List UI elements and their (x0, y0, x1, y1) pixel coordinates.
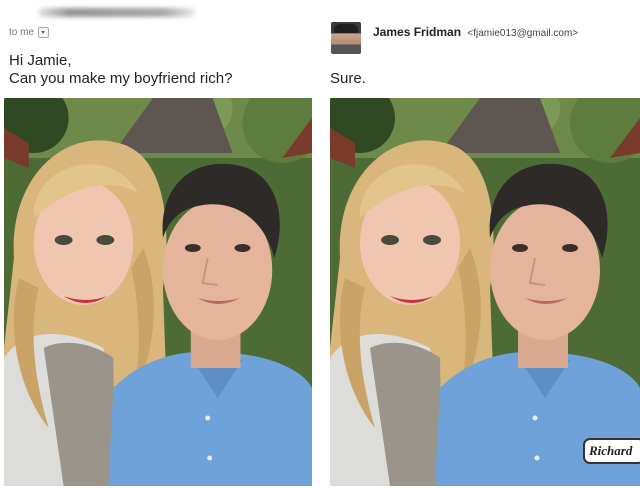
reply-message: Sure. (330, 70, 366, 87)
couple-photo-original (4, 98, 312, 486)
couple-photo-edited (330, 98, 640, 486)
redacted-sender (38, 8, 196, 17)
email-header: to me Hi Jamie, Can you make my boyfrien… (0, 0, 320, 98)
name-tag-badge: Richard (583, 438, 640, 464)
sender-line: James Fridman <fjamie013@gmail.com> (373, 25, 578, 39)
sender-avatar[interactable] (331, 22, 361, 54)
request-email-panel: to me Hi Jamie, Can you make my boyfrien… (0, 0, 320, 488)
original-photo (4, 98, 312, 486)
dropdown-arrow-icon[interactable] (38, 27, 50, 38)
sender-email[interactable]: <fjamie013@gmail.com> (467, 28, 578, 39)
reply-header: James Fridman <fjamie013@gmail.com> Sure… (327, 0, 640, 98)
edited-photo: Richard (330, 98, 640, 486)
sender-name: James Fridman (373, 25, 462, 39)
reply-email-panel: James Fridman <fjamie013@gmail.com> Sure… (327, 0, 640, 488)
recipient-line: to me (9, 27, 50, 38)
message-request: Can you make my boyfriend rich? (9, 70, 233, 87)
to-me-label: to me (9, 27, 35, 38)
message-greeting: Hi Jamie, (9, 52, 72, 69)
